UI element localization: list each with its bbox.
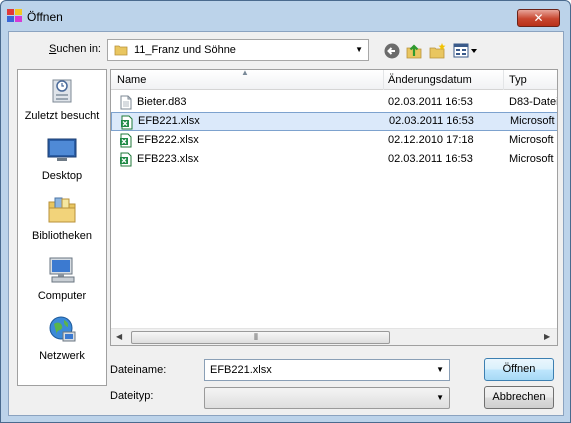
chevron-down-icon[interactable]: ▼ xyxy=(436,365,444,374)
file-row[interactable]: Bieter.d83 02.03.2011 16:53 D83-Datei xyxy=(111,93,558,112)
file-type: D83-Datei xyxy=(509,96,558,108)
cancel-button[interactable]: Abbrechen xyxy=(484,386,554,409)
open-dialog: Öffnen ✕ Suchen in: 11_Franz und Söhne ▼ xyxy=(0,0,571,423)
desktop-icon xyxy=(47,138,77,161)
app-icon xyxy=(7,9,22,22)
place-recent[interactable]: Zuletzt besucht xyxy=(18,74,106,132)
file-name-value: EFB221.xlsx xyxy=(210,364,272,376)
look-in-value: 11_Franz und Söhne xyxy=(134,44,236,56)
open-button[interactable]: Öffnen xyxy=(484,358,554,381)
place-label: Computer xyxy=(37,290,87,302)
file-name-input[interactable]: EFB221.xlsx ▼ xyxy=(204,359,450,381)
file-date: 02.03.2011 16:53 xyxy=(388,96,473,108)
place-label: Desktop xyxy=(41,170,83,182)
file-list[interactable]: ▲ Name Änderungsdatum Typ Bieter.d83 02.… xyxy=(110,69,558,346)
column-header-type[interactable]: Typ xyxy=(509,74,527,86)
place-computer[interactable]: Computer xyxy=(18,254,106,312)
excel-file-icon xyxy=(121,115,133,130)
title-bar[interactable]: Öffnen ✕ xyxy=(1,1,570,31)
recent-places-icon xyxy=(52,79,72,103)
libraries-icon xyxy=(48,197,76,223)
place-label: Zuletzt besucht xyxy=(24,110,100,122)
sort-ascending-icon: ▲ xyxy=(241,69,249,77)
place-libraries[interactable]: Bibliotheken xyxy=(18,194,106,252)
views-menu-icon[interactable] xyxy=(453,42,479,60)
chevron-down-icon: ▼ xyxy=(436,393,444,402)
excel-file-icon xyxy=(120,152,132,167)
excel-file-icon xyxy=(120,133,132,148)
computer-icon xyxy=(49,257,75,283)
file-type: Microsoft xyxy=(509,134,554,146)
grip-icon: ⦀ xyxy=(254,332,258,342)
dialog-body: Suchen in: 11_Franz und Söhne ▼ Zuletzt … xyxy=(8,31,564,416)
column-divider[interactable] xyxy=(383,70,384,90)
file-row[interactable]: EFB223.xlsx 02.03.2011 16:53 Microsoft xyxy=(111,150,557,169)
back-arrow-icon[interactable] xyxy=(383,42,401,60)
file-name: Bieter.d83 xyxy=(137,96,187,108)
window-title: Öffnen xyxy=(27,10,63,24)
document-file-icon xyxy=(120,95,132,110)
file-name: EFB222.xlsx xyxy=(137,134,199,146)
place-label: Bibliotheken xyxy=(32,230,92,242)
horizontal-scrollbar[interactable]: ◀ ⦀ ▶ xyxy=(111,328,557,345)
scrollbar-thumb[interactable]: ⦀ xyxy=(131,331,390,344)
up-folder-icon[interactable] xyxy=(405,42,423,60)
file-type: Microsoft xyxy=(509,153,554,165)
scroll-left-icon[interactable]: ◀ xyxy=(116,332,122,341)
file-row-selected[interactable]: EFB221.xlsx 02.03.2011 16:53 Microsoft xyxy=(111,112,557,131)
new-folder-icon[interactable] xyxy=(429,42,447,60)
look-in-label: Suchen in: xyxy=(49,43,101,55)
column-divider[interactable] xyxy=(503,70,504,90)
place-network[interactable]: Netzwerk xyxy=(18,314,106,372)
folder-icon xyxy=(114,45,128,56)
file-type: Microsoft xyxy=(510,115,555,127)
file-date: 02.12.2010 17:18 xyxy=(388,134,474,146)
file-row[interactable]: EFB222.xlsx 02.12.2010 17:18 Microsoft xyxy=(111,131,557,150)
look-in-label-text: uchen in: xyxy=(56,43,101,55)
place-label: Netzwerk xyxy=(39,350,85,362)
file-type-select[interactable]: ▼ xyxy=(204,387,450,409)
file-date: 02.03.2011 16:53 xyxy=(389,115,474,127)
places-bar: Zuletzt besucht Desktop Bibliotheken Com… xyxy=(17,69,107,386)
close-button[interactable]: ✕ xyxy=(517,9,560,27)
file-name-label: Dateiname: xyxy=(110,364,167,376)
place-desktop[interactable]: Desktop xyxy=(18,134,106,192)
scroll-right-icon[interactable]: ▶ xyxy=(544,332,550,341)
chevron-down-icon: ▼ xyxy=(355,45,363,54)
file-name: EFB221.xlsx xyxy=(138,115,200,127)
column-header-date[interactable]: Änderungsdatum xyxy=(388,74,472,86)
network-icon xyxy=(49,316,76,342)
file-name: EFB223.xlsx xyxy=(137,153,199,165)
column-header-row: ▲ Name Änderungsdatum Typ xyxy=(111,69,557,90)
file-type-label: Dateityp: xyxy=(110,390,154,402)
file-date: 02.03.2011 16:53 xyxy=(388,153,473,165)
column-header-name[interactable]: Name xyxy=(117,74,146,86)
look-in-combo[interactable]: 11_Franz und Söhne ▼ xyxy=(107,39,369,61)
